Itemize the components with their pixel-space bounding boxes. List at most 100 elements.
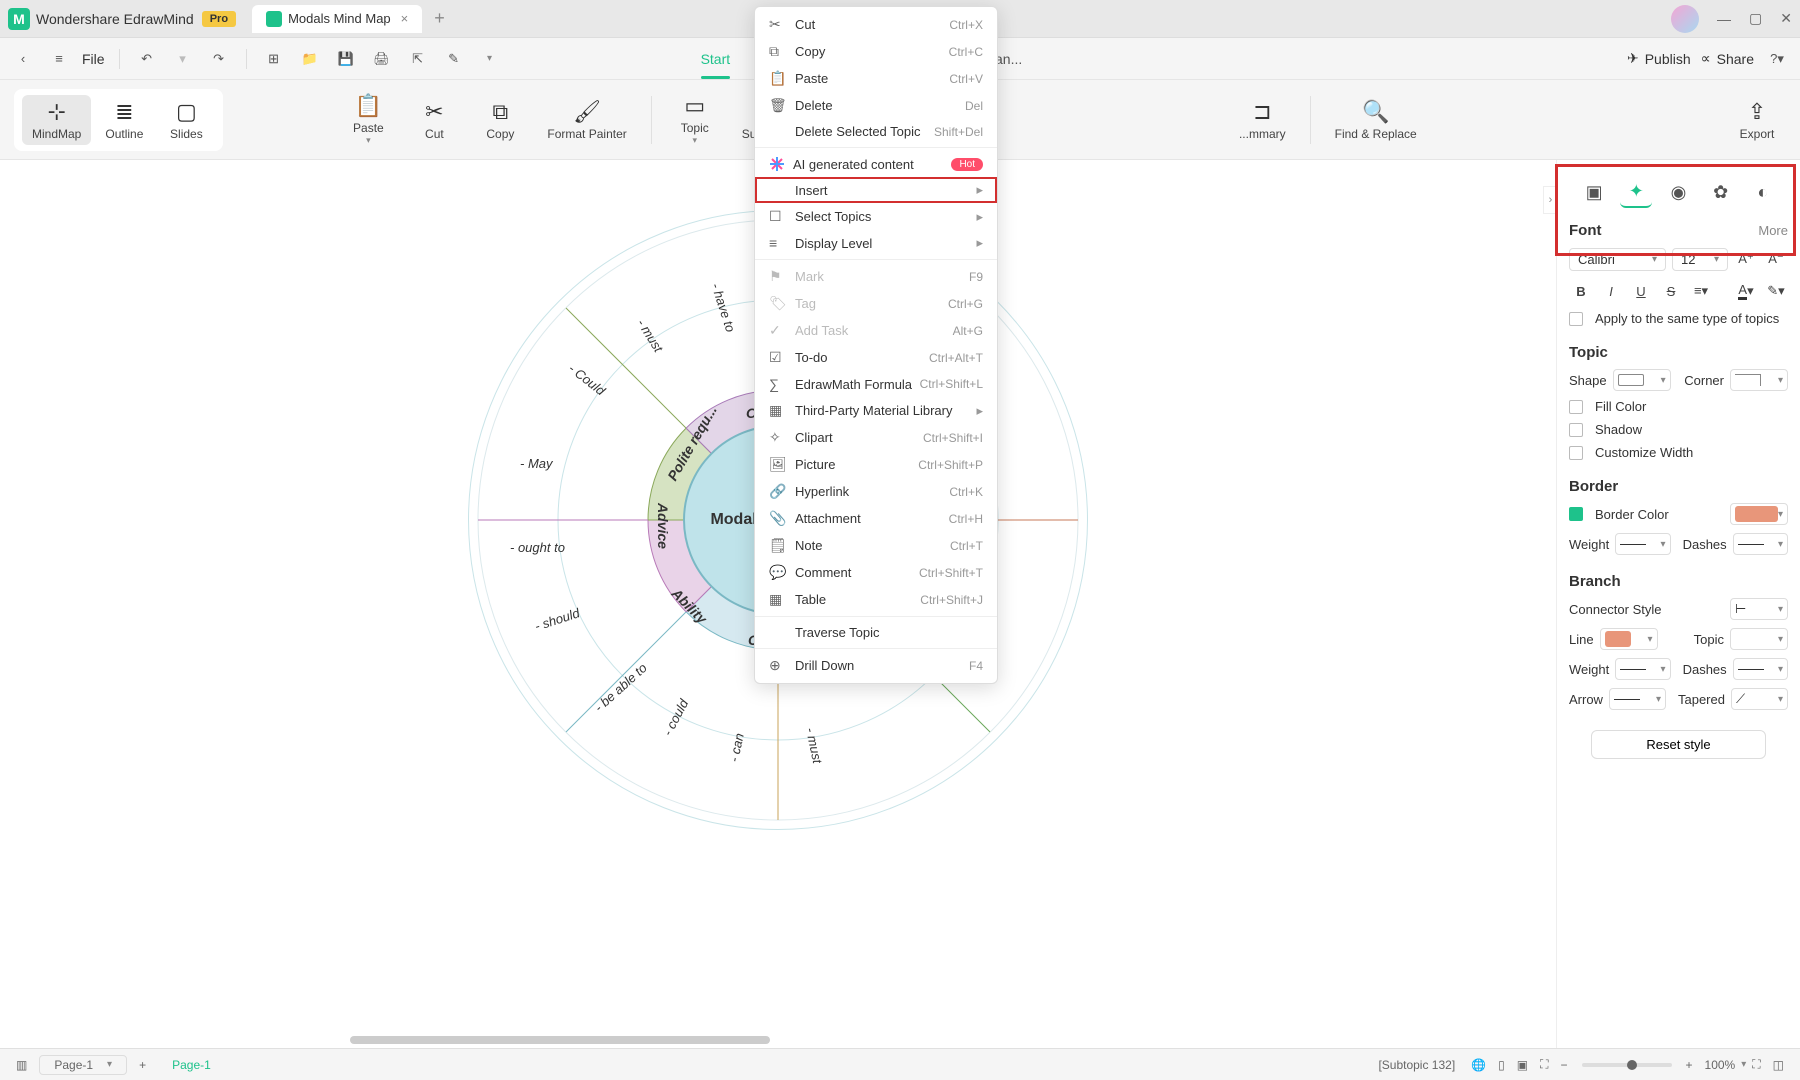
- ctx-comment[interactable]: 💬CommentCtrl+Shift+T: [755, 559, 997, 586]
- panel-tab-style-icon[interactable]: ✦: [1620, 176, 1652, 208]
- ctx-attachment[interactable]: 📎AttachmentCtrl+H: [755, 505, 997, 532]
- weight-select[interactable]: ▾: [1615, 533, 1670, 555]
- italic-button[interactable]: I: [1599, 279, 1623, 303]
- ribbon-cut[interactable]: ✂Cut: [405, 95, 463, 145]
- ctx-mark[interactable]: ⚑MarkF9: [755, 263, 997, 290]
- bold-button[interactable]: B: [1569, 279, 1593, 303]
- current-page[interactable]: Page-1: [172, 1058, 211, 1072]
- ctx-clipart[interactable]: ✧ClipartCtrl+Shift+I: [755, 424, 997, 451]
- page-selector[interactable]: Page-1▾: [39, 1055, 127, 1075]
- font-more-link[interactable]: More: [1758, 223, 1788, 238]
- ctx-note[interactable]: 🗒NoteCtrl+T: [755, 532, 997, 559]
- reset-style-button[interactable]: Reset style: [1591, 730, 1766, 759]
- sb-last-icon[interactable]: ◫: [1767, 1056, 1790, 1074]
- bordercolor-checkbox[interactable]: [1569, 507, 1583, 521]
- sb-view1-icon[interactable]: ▯: [1492, 1056, 1511, 1074]
- ribbon-find-replace[interactable]: 🔍Find & Replace: [1325, 95, 1427, 145]
- o-ought[interactable]: - ought to: [510, 540, 565, 555]
- zoom-slider[interactable]: [1582, 1063, 1672, 1067]
- ctx-third-party-material-library[interactable]: ▦Third-Party Material Library▸: [755, 397, 997, 424]
- ctx-copy[interactable]: ⧉CopyCtrl+C: [755, 38, 997, 65]
- view-slides[interactable]: ▢Slides: [157, 95, 215, 145]
- close-icon[interactable]: ×: [401, 11, 409, 26]
- ctx-hyperlink[interactable]: 🔗HyperlinkCtrl+K: [755, 478, 997, 505]
- sb-globe-icon[interactable]: 🌐: [1465, 1056, 1492, 1074]
- ctx-picture[interactable]: 🖼PictureCtrl+Shift+P: [755, 451, 997, 478]
- undo-dropdown[interactable]: ▾: [170, 46, 196, 72]
- panel-tab-history-icon[interactable]: ◐: [1747, 176, 1779, 208]
- ctx-delete-selected-topic[interactable]: Delete Selected TopicShift+Del: [755, 119, 997, 144]
- ribbon-topic[interactable]: ▭Topic▾: [666, 89, 724, 150]
- highlight-button[interactable]: ✎▾: [1764, 279, 1788, 303]
- edit-dropdown[interactable]: ▾: [477, 46, 503, 72]
- back-button[interactable]: ‹: [10, 46, 36, 72]
- print-button[interactable]: 🖨: [369, 46, 395, 72]
- share-button[interactable]: ∝ Share: [1701, 50, 1754, 67]
- ctx-traverse-topic[interactable]: Traverse Topic: [755, 620, 997, 645]
- collapse-panel-button[interactable]: ›: [1543, 186, 1557, 214]
- add-page-button[interactable]: +: [133, 1056, 152, 1074]
- redo-button[interactable]: ↷: [206, 46, 232, 72]
- avatar[interactable]: [1671, 5, 1699, 33]
- new-tab-button[interactable]: +: [434, 8, 445, 29]
- ribbon-export[interactable]: ⇪Export: [1728, 95, 1786, 145]
- ctx-edrawmath-formula[interactable]: ∑EdrawMath FormulaCtrl+Shift+L: [755, 371, 997, 397]
- ctx-select-topics[interactable]: ☐Select Topics▸: [755, 203, 997, 230]
- ctx-to-do[interactable]: ☑To-doCtrl+Alt+T: [755, 344, 997, 371]
- bordercolor-select[interactable]: ▾: [1730, 503, 1788, 525]
- help-button[interactable]: ?▾: [1764, 46, 1790, 72]
- dashes-select[interactable]: ▾: [1733, 533, 1788, 555]
- custwidth-checkbox[interactable]: [1569, 446, 1583, 460]
- new-button[interactable]: ⊞: [261, 46, 287, 72]
- tab-start[interactable]: Start: [683, 41, 749, 77]
- mid-advice[interactable]: Advice: [655, 503, 671, 549]
- ctx-add-task[interactable]: ✓Add TaskAlt+G: [755, 317, 997, 344]
- zoom-out-button[interactable]: −: [1554, 1056, 1573, 1074]
- publish-button[interactable]: ✈ Publish: [1627, 50, 1691, 67]
- ribbon-summary[interactable]: ⊐...mmary: [1229, 95, 1296, 145]
- ctx-ai-generated-content[interactable]: AI generated contentHot: [755, 151, 997, 177]
- tapered-select[interactable]: ⟋▾: [1731, 688, 1788, 710]
- shadow-checkbox[interactable]: [1569, 423, 1583, 437]
- ctx-table[interactable]: ▦TableCtrl+Shift+J: [755, 586, 997, 613]
- save-button[interactable]: 💾: [333, 46, 359, 72]
- branch-dashes-select[interactable]: ▾: [1733, 658, 1788, 680]
- ribbon-format-painter[interactable]: 🖌Format Painter: [537, 95, 636, 145]
- panel-tab-tag-icon[interactable]: ◉: [1662, 176, 1694, 208]
- ctx-insert[interactable]: Insert▸: [755, 177, 997, 203]
- align-button[interactable]: ≡▾: [1689, 279, 1713, 303]
- ribbon-paste[interactable]: 📋Paste▾: [339, 89, 397, 150]
- file-menu[interactable]: File: [82, 51, 105, 67]
- document-tab[interactable]: Modals Mind Map ×: [252, 5, 422, 33]
- ribbon-copy[interactable]: ⧉Copy: [471, 95, 529, 145]
- panel-tab-outline-icon[interactable]: ✿: [1705, 176, 1737, 208]
- font-family-select[interactable]: Calibri▾: [1569, 248, 1666, 271]
- font-decrease-button[interactable]: A⁻: [1764, 247, 1788, 271]
- view-mindmap[interactable]: ⊹MindMap: [22, 95, 91, 145]
- underline-button[interactable]: U: [1629, 279, 1653, 303]
- close-button[interactable]: ✕: [1780, 10, 1792, 27]
- ctx-paste[interactable]: 📋PasteCtrl+V: [755, 65, 997, 92]
- font-increase-button[interactable]: A⁺: [1734, 247, 1758, 271]
- fillcolor-checkbox[interactable]: [1569, 400, 1583, 414]
- view-outline[interactable]: ≣Outline: [95, 95, 153, 145]
- fullscreen-button[interactable]: ⛶: [1746, 1055, 1766, 1074]
- export-button[interactable]: ⇱: [405, 46, 431, 72]
- o-may[interactable]: - May: [520, 456, 553, 471]
- arrow-select[interactable]: ▾: [1609, 688, 1666, 710]
- ctx-cut[interactable]: ✂CutCtrl+X: [755, 11, 997, 38]
- ctx-delete[interactable]: 🗑DeleteDel: [755, 92, 997, 119]
- font-color-button[interactable]: A▾: [1734, 279, 1758, 303]
- edit-button[interactable]: ✎: [441, 46, 467, 72]
- connstyle-select[interactable]: ⊢▾: [1730, 598, 1788, 620]
- canvas-scrollbar[interactable]: [350, 1036, 770, 1044]
- open-button[interactable]: 📁: [297, 46, 323, 72]
- font-size-select[interactable]: 12▾: [1672, 248, 1728, 271]
- minimize-button[interactable]: —: [1717, 11, 1731, 27]
- undo-button[interactable]: ↶: [134, 46, 160, 72]
- ctx-display-level[interactable]: ≡Display Level▸: [755, 230, 997, 256]
- shape-select[interactable]: ▾: [1613, 369, 1671, 391]
- branch-weight-select[interactable]: ▾: [1615, 658, 1670, 680]
- maximize-button[interactable]: ▢: [1749, 10, 1762, 27]
- panel-tab-layout-icon[interactable]: ▣: [1578, 176, 1610, 208]
